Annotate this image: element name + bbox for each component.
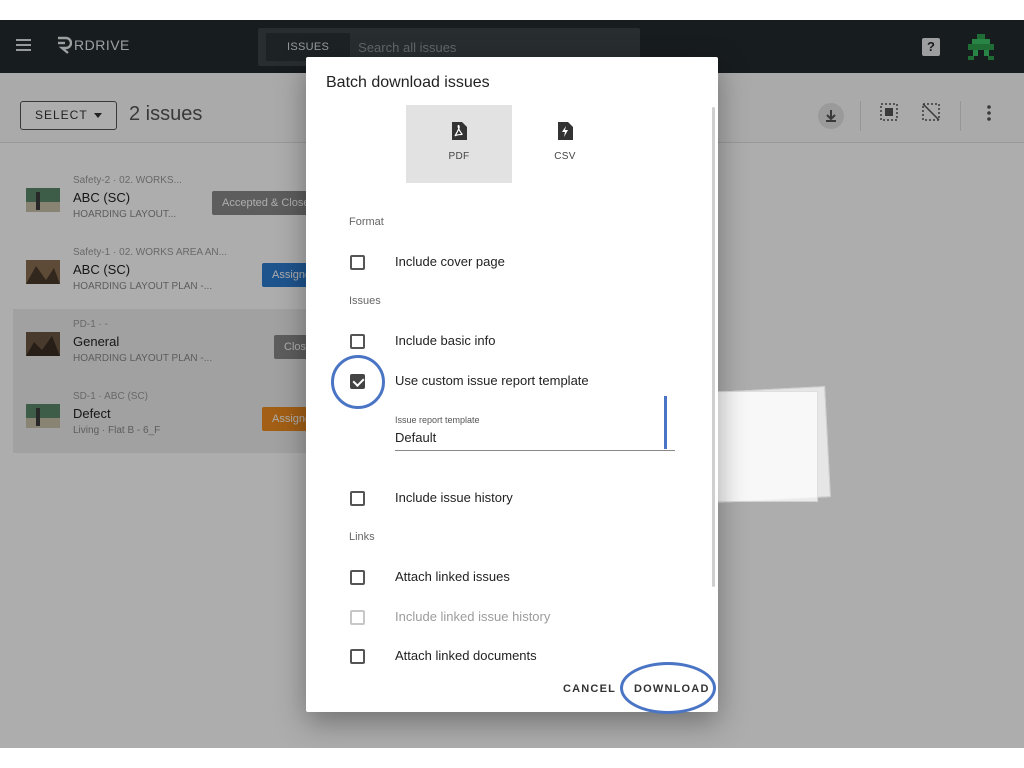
app-window: RDRIVE ISSUES ? SELECT 2 issues <box>0 20 1024 748</box>
checkbox[interactable] <box>350 255 365 270</box>
annotation-circle <box>620 662 716 714</box>
option-label: Include linked issue history <box>395 609 551 624</box>
checkbox[interactable] <box>350 334 365 349</box>
annotation-circle <box>331 355 385 409</box>
field-value: Default <box>395 430 437 445</box>
csv-file-icon <box>558 122 573 140</box>
checkbox[interactable] <box>350 649 365 664</box>
dialog-title: Batch download issues <box>326 74 490 91</box>
checkbox-disabled <box>350 610 365 625</box>
option-label: Include basic info <box>395 333 496 348</box>
format-csv-button[interactable]: CSV <box>512 105 618 183</box>
checkbox[interactable] <box>350 491 365 506</box>
annotation-marker <box>664 396 667 449</box>
checkbox[interactable] <box>350 570 365 585</box>
option-label: Attach linked issues <box>395 569 510 584</box>
field-label: Issue report template <box>395 415 480 425</box>
section-format: Format <box>349 216 384 228</box>
format-pdf-button[interactable]: PDF <box>406 105 512 183</box>
empty-state-illustration <box>705 391 818 502</box>
cancel-button[interactable]: CANCEL <box>563 683 616 695</box>
pdf-file-icon <box>452 122 467 140</box>
option-label: Include cover page <box>395 254 505 269</box>
option-label: Use custom issue report template <box>395 373 589 388</box>
section-issues: Issues <box>349 295 381 307</box>
format-pdf-label: PDF <box>448 151 470 162</box>
option-label: Include issue history <box>395 490 513 505</box>
option-label: Attach linked documents <box>395 648 537 663</box>
issue-report-template-field[interactable]: Issue report template Default <box>395 415 675 451</box>
dialog-scrollbar[interactable] <box>712 107 715 587</box>
section-links: Links <box>349 531 375 543</box>
format-csv-label: CSV <box>554 151 576 162</box>
